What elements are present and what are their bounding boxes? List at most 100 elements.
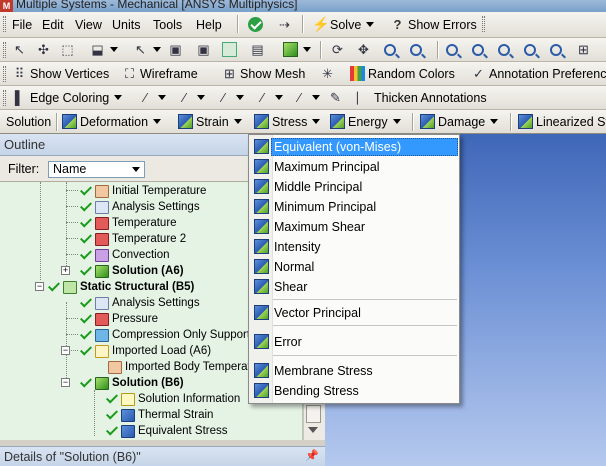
pick-button[interactable]: ↖ — [133, 38, 161, 61]
app-icon[interactable]: M — [0, 0, 13, 12]
tree-item-solution-a6[interactable]: Solution (A6) — [80, 263, 184, 279]
menu-tools[interactable]: Tools — [153, 12, 182, 37]
menu-item-maximum-principal[interactable]: Maximum Principal — [249, 157, 459, 177]
zoom-to-selection-button[interactable] — [472, 38, 487, 61]
stress-button[interactable]: Stress — [254, 110, 321, 133]
edge-style-2-button[interactable]: ⁄ — [216, 86, 244, 109]
menu-item-vector-principal[interactable]: Vector Principal — [249, 303, 459, 323]
edge-style-x-button[interactable]: ⁄ — [292, 86, 320, 109]
tree-item-pressure[interactable]: Pressure — [80, 311, 158, 327]
tree-item-imported-load-a6[interactable]: Imported Load (A6) — [80, 343, 211, 359]
edge-style-0-button[interactable]: ⁄ — [138, 86, 166, 109]
linearized-stress-button[interactable]: Linearized Stress — [518, 110, 606, 133]
select-active-button[interactable] — [222, 38, 237, 61]
scrollbar-thumb[interactable] — [306, 405, 321, 423]
show-vertices-button[interactable]: ⠿ Show Vertices — [12, 62, 109, 85]
toolbar-grip[interactable] — [482, 16, 485, 32]
menu-item-intensity[interactable]: Intensity — [249, 237, 459, 257]
tree-connect-button[interactable]: ⇢ — [277, 12, 292, 37]
tree-item-solution-b6[interactable]: Solution (B6) — [80, 375, 184, 391]
check-button[interactable] — [248, 12, 263, 37]
select-vertex-button[interactable]: ✣ — [36, 38, 51, 61]
random-colors-button[interactable]: Random Colors — [350, 62, 455, 85]
annotation-preferences-button[interactable]: ✓ Annotation Preferences — [471, 62, 606, 85]
isometric-view-button[interactable]: ⊞ — [576, 38, 591, 61]
energy-button[interactable]: Energy — [330, 110, 401, 133]
next-view-button[interactable] — [550, 38, 565, 61]
tree-item-solution-information[interactable]: Solution Information — [106, 391, 240, 407]
tree-item-thermal-strain[interactable]: Thermal Strain — [106, 407, 213, 423]
tree-item-static-structural-b5[interactable]: Static Structural (B5) — [48, 279, 194, 295]
show-errors-button[interactable]: ? Show Errors — [390, 12, 477, 37]
previous-view-button[interactable] — [524, 38, 539, 61]
menu-view[interactable]: View — [75, 12, 102, 37]
scroll-down-arrow-icon[interactable] — [308, 427, 318, 433]
toolbar-grip[interactable] — [3, 42, 6, 58]
select-all-button[interactable]: ▤ — [250, 38, 265, 61]
filter-select[interactable]: Name — [48, 161, 145, 178]
thicken-annotations-button[interactable]: ⎸ Thicken Annotations — [356, 86, 487, 109]
zoom-fit-button[interactable] — [446, 38, 461, 61]
temperature-load-icon — [95, 216, 109, 230]
menu-item-minimum-principal[interactable]: Minimum Principal — [249, 197, 459, 217]
zoom-button[interactable] — [384, 38, 399, 61]
collapse-toggle[interactable]: − — [61, 346, 70, 355]
check-icon — [248, 17, 263, 32]
menu-file[interactable]: File — [12, 12, 32, 37]
strain-button[interactable]: Strain — [178, 110, 242, 133]
chevron-down-icon — [110, 47, 118, 52]
magnifier-button[interactable] — [498, 38, 513, 61]
tree-item-temperature-2[interactable]: Temperature 2 — [80, 231, 186, 247]
damage-button[interactable]: Damage — [420, 110, 499, 133]
tree-item-analysis-settings[interactable]: Analysis Settings — [80, 199, 200, 215]
expand-toggle[interactable]: + — [61, 266, 70, 275]
edge-style-1-button[interactable]: ⁄ — [177, 86, 205, 109]
pan-button[interactable]: ✥ — [356, 38, 371, 61]
menu-help[interactable]: Help — [196, 12, 222, 37]
tree-item-convection[interactable]: Convection — [80, 247, 170, 263]
menu-item-normal[interactable]: Normal — [249, 257, 459, 277]
rotate-button[interactable]: ⟳ — [330, 38, 345, 61]
cursor-icon: ↖ — [14, 42, 25, 57]
solve-button[interactable]: ⚡ Solve — [312, 12, 375, 37]
collapse-toggle[interactable]: − — [61, 378, 70, 387]
tree-item-imported-body-temperature[interactable]: Imported Body Temperature — [108, 359, 267, 375]
edge-style-3-button[interactable]: ⁄ — [255, 86, 283, 109]
select-body-button[interactable]: ▣ — [196, 38, 211, 61]
menu-item-maximum-shear[interactable]: Maximum Shear — [249, 217, 459, 237]
select-edge-button[interactable]: ⬚ — [60, 38, 75, 61]
pin-edge-button[interactable]: ✎ — [328, 86, 343, 109]
menu-bar: File Edit View Units Tools Help ⇢ ⚡ Solv… — [0, 12, 606, 38]
separator — [56, 113, 57, 131]
check-icon — [106, 393, 118, 405]
menu-item-error[interactable]: Error — [249, 332, 459, 352]
menu-edit[interactable]: Edit — [42, 12, 64, 37]
menu-item-shear[interactable]: Shear — [249, 277, 459, 297]
menu-item-middle-principal[interactable]: Middle Principal — [249, 177, 459, 197]
deformation-button[interactable]: Deformation — [62, 110, 162, 133]
extend-button[interactable] — [283, 38, 311, 61]
zoom-box-button[interactable] — [410, 38, 425, 61]
select-face-button[interactable]: ▣ — [168, 38, 183, 61]
toolbar-grip[interactable] — [3, 90, 6, 106]
select-type-button[interactable]: ⬓ — [90, 38, 118, 61]
show-mesh-button[interactable]: ⊞ Show Mesh — [222, 62, 305, 85]
edge-coloring-button[interactable]: ▌ Edge Coloring — [12, 86, 123, 109]
toolbar-grip[interactable] — [3, 66, 6, 82]
collapse-toggle[interactable]: − — [35, 282, 44, 291]
tree-item-equivalent-stress[interactable]: Equivalent Stress — [106, 423, 228, 439]
wireframe-button[interactable]: ⛶ Wireframe — [122, 62, 198, 85]
tree-item-temperature[interactable]: Temperature — [80, 215, 177, 231]
menu-units[interactable]: Units — [112, 12, 140, 37]
toolbar-grip[interactable] — [3, 16, 6, 32]
menu-item-membrane-stress[interactable]: Membrane Stress — [249, 361, 459, 381]
selected-face-icon — [222, 42, 237, 57]
tree-item-initial-temperature[interactable]: Initial Temperature — [80, 183, 206, 199]
tree-item-analysis-settings-b[interactable]: Analysis Settings — [80, 295, 200, 311]
pin-icon[interactable]: 📌 — [305, 449, 319, 462]
menu-item-equivalent-von-mises[interactable]: Equivalent (von-Mises) — [249, 137, 459, 157]
select-mode-button[interactable]: ↖ — [12, 38, 27, 61]
axis-button[interactable]: ✳ — [320, 62, 335, 85]
menu-item-bending-stress[interactable]: Bending Stress — [249, 381, 459, 401]
tree-item-compression-only-support[interactable]: Compression Only Support — [80, 327, 250, 343]
